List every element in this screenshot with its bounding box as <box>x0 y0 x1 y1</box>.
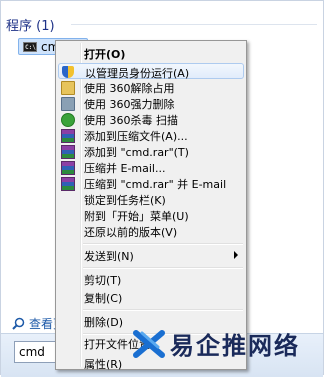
winrar-icon <box>61 177 75 191</box>
menu-item-label: 压缩并 E-mail... <box>84 162 166 175</box>
360-folder-icon <box>61 81 75 95</box>
360-shredder-icon <box>61 97 75 111</box>
menu-item-add-to-cmd-rar[interactable]: 添加到 "cmd.rar"(T) <box>58 143 244 159</box>
menu-item-label: 使用 360强力删除 <box>84 98 175 111</box>
menu-item-360-force-delete[interactable]: 使用 360强力删除 <box>58 95 244 111</box>
menu-item-send-to[interactable]: 发送到(N) <box>58 247 244 263</box>
magnifier-icon <box>12 317 25 330</box>
menu-item-label: 压缩到 "cmd.rar" 并 E-mail <box>84 178 227 191</box>
winrar-icon <box>61 161 75 175</box>
winrar-icon <box>61 129 75 143</box>
menu-item-restore-versions[interactable]: 还原以前的版本(V) <box>58 223 244 239</box>
menu-item-label: 使用 360解除占用 <box>84 82 175 95</box>
menu-item-label: 使用 360杀毒 扫描 <box>84 114 178 127</box>
menu-separator <box>83 267 243 269</box>
menu-item-label: 属性(R) <box>84 358 123 371</box>
context-menu: 打开(O) 以管理员身份运行(A) 使用 360解除占用 使用 360强力删除 … <box>55 40 247 371</box>
menu-item-compress-email[interactable]: 压缩并 E-mail... <box>58 159 244 175</box>
menu-item-copy[interactable]: 复制(C) <box>58 289 244 305</box>
360-antivirus-icon <box>61 113 75 127</box>
submenu-arrow-icon <box>234 251 238 259</box>
menu-separator <box>83 309 243 311</box>
menu-item-label: 打开文件位置 <box>84 338 150 351</box>
menu-item-label: 发送到(N) <box>84 250 134 263</box>
menu-item-open-file-location[interactable]: 打开文件位置 <box>58 335 244 351</box>
section-divider <box>71 24 317 25</box>
menu-item-pin-taskbar[interactable]: 锁定到任务栏(K) <box>58 191 244 207</box>
menu-item-label: 删除(D) <box>84 316 124 329</box>
menu-item-open[interactable]: 打开(O) <box>58 45 244 61</box>
menu-item-label: 添加到 "cmd.rar"(T) <box>84 146 189 159</box>
command-prompt-icon: C:\ <box>23 41 37 52</box>
menu-item-label: 复制(C) <box>84 292 123 305</box>
programs-section-header: 程序 (1) <box>6 19 55 34</box>
menu-item-delete[interactable]: 删除(D) <box>58 313 244 329</box>
menu-item-cut[interactable]: 剪切(T) <box>58 271 244 287</box>
menu-item-label: 打开(O) <box>84 48 126 61</box>
menu-item-compress-cmd-rar-email[interactable]: 压缩到 "cmd.rar" 并 E-mail <box>58 175 244 191</box>
menu-item-add-to-archive[interactable]: 添加到压缩文件(A)... <box>58 127 244 143</box>
winrar-icon <box>61 145 75 159</box>
menu-item-run-as-admin[interactable]: 以管理员身份运行(A) <box>58 63 244 80</box>
menu-item-label: 锁定到任务栏(K) <box>84 194 166 207</box>
menu-item-pin-start-menu[interactable]: 附到「开始」菜单(U) <box>58 207 244 223</box>
menu-item-properties[interactable]: 属性(R) <box>58 355 244 371</box>
menu-item-label: 附到「开始」菜单(U) <box>84 210 189 223</box>
menu-item-label: 还原以前的版本(V) <box>84 226 178 239</box>
menu-item-360-unlock[interactable]: 使用 360解除占用 <box>58 79 244 95</box>
menu-item-360-scan[interactable]: 使用 360杀毒 扫描 <box>58 111 244 127</box>
menu-separator <box>83 243 243 245</box>
uac-shield-icon <box>62 66 74 78</box>
menu-item-label: 添加到压缩文件(A)... <box>84 130 188 143</box>
menu-item-label: 剪切(T) <box>84 274 122 287</box>
